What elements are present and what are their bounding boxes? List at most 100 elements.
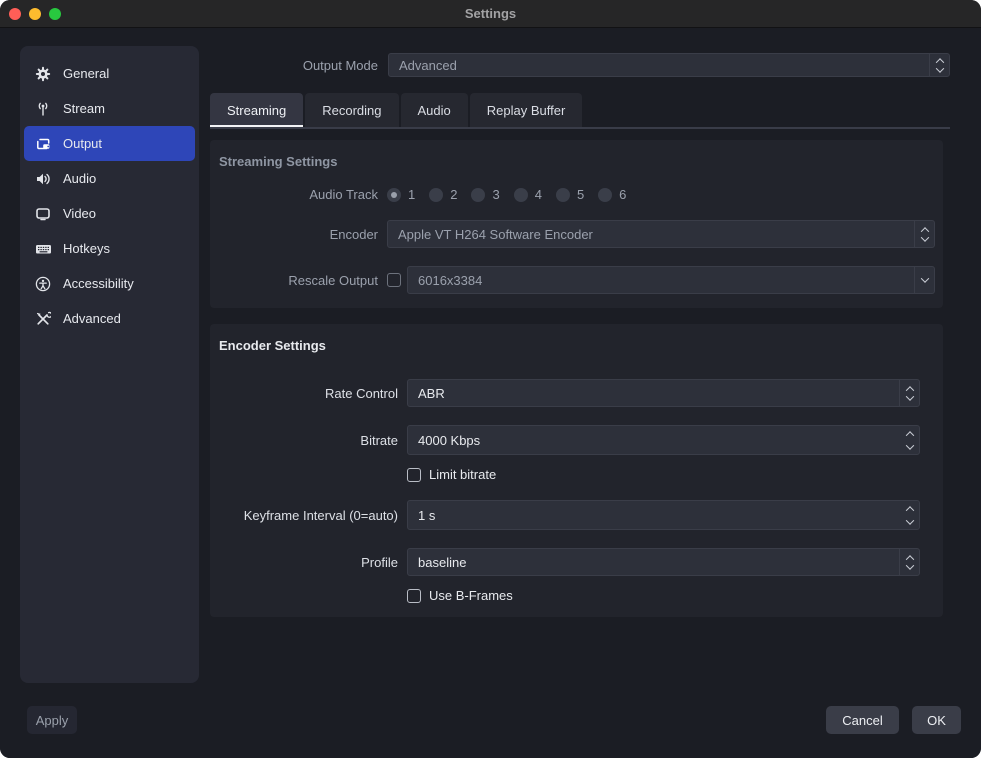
- antenna-icon: [34, 101, 52, 117]
- settings-sidebar: General Stream: [20, 46, 199, 683]
- sidebar-item-audio[interactable]: Audio: [24, 161, 195, 196]
- ok-button-label: OK: [927, 713, 946, 728]
- chevron-updown-icon: [914, 221, 934, 247]
- profile-row: Profile baseline: [210, 548, 943, 576]
- output-mode-row: Output Mode Advanced: [210, 53, 950, 77]
- rescale-output-row: Rescale Output 6016x3384: [210, 266, 943, 294]
- cancel-button-label: Cancel: [842, 713, 882, 728]
- profile-select[interactable]: baseline: [407, 548, 920, 576]
- settings-body: General Stream: [0, 28, 981, 758]
- apply-button[interactable]: Apply: [27, 706, 77, 734]
- output-mode-select[interactable]: Advanced: [388, 53, 950, 77]
- radio-label: 1: [408, 187, 415, 202]
- keyframe-interval-label: Keyframe Interval (0=auto): [210, 508, 398, 523]
- audio-track-label: Audio Track: [210, 187, 378, 202]
- profile-label: Profile: [210, 555, 398, 570]
- radio-label: 4: [535, 187, 542, 202]
- tab-replay-buffer[interactable]: Replay Buffer: [470, 93, 583, 127]
- audio-track-radio-1[interactable]: 1: [387, 187, 415, 202]
- encoder-row: Encoder Apple VT H264 Software Encoder: [210, 220, 943, 248]
- audio-track-radio-6[interactable]: 6: [598, 187, 626, 202]
- sidebar-item-advanced[interactable]: Advanced: [24, 301, 195, 336]
- audio-track-row: Audio Track 1 2 3 4 5 6: [210, 187, 943, 202]
- radio-label: 3: [492, 187, 499, 202]
- sidebar-item-label: Advanced: [63, 311, 121, 326]
- chevron-updown-icon: [899, 549, 919, 575]
- limit-bitrate-checkbox[interactable]: Limit bitrate: [407, 467, 943, 482]
- settings-window: Settings Gen: [0, 0, 981, 758]
- rate-control-select[interactable]: ABR: [407, 379, 920, 407]
- titlebar: Settings: [0, 0, 981, 28]
- radio-label: 5: [577, 187, 584, 202]
- audio-track-radio-5[interactable]: 5: [556, 187, 584, 202]
- sidebar-item-output[interactable]: Output: [24, 126, 195, 161]
- audio-track-radio-2[interactable]: 2: [429, 187, 457, 202]
- ok-button[interactable]: OK: [912, 706, 961, 734]
- tab-audio[interactable]: Audio: [401, 93, 468, 127]
- profile-value: baseline: [408, 555, 899, 570]
- rate-control-value: ABR: [408, 386, 899, 401]
- encoder-select[interactable]: Apple VT H264 Software Encoder: [387, 220, 935, 248]
- chevron-updown-icon: [899, 380, 919, 406]
- chevron-down-icon: [914, 267, 934, 293]
- sidebar-item-accessibility[interactable]: Accessibility: [24, 266, 195, 301]
- sidebar-item-label: Stream: [63, 101, 105, 116]
- sidebar-item-label: Accessibility: [63, 276, 134, 291]
- rate-control-label: Rate Control: [210, 386, 398, 401]
- audio-track-radio-3[interactable]: 3: [471, 187, 499, 202]
- rescale-output-label: Rescale Output: [210, 273, 378, 288]
- spinner-arrows-icon[interactable]: [900, 501, 919, 529]
- rescale-resolution-combobox[interactable]: 6016x3384: [407, 266, 935, 294]
- rescale-resolution-value: 6016x3384: [408, 273, 914, 288]
- sidebar-item-general[interactable]: General: [24, 56, 195, 91]
- sidebar-item-hotkeys[interactable]: Hotkeys: [24, 231, 195, 266]
- tools-icon: [34, 311, 52, 327]
- radio-label: 2: [450, 187, 457, 202]
- keyboard-icon: [34, 241, 52, 257]
- tab-label: Audio: [418, 103, 451, 118]
- keyframe-interval-spinbox[interactable]: 1 s: [407, 500, 920, 530]
- output-mode-label: Output Mode: [210, 58, 378, 73]
- tab-label: Streaming: [227, 103, 286, 118]
- limit-bitrate-row: Limit bitrate: [210, 467, 943, 482]
- rescale-output-checkbox[interactable]: [387, 273, 401, 287]
- radio-label: 6: [619, 187, 626, 202]
- use-bframes-row: Use B-Frames: [210, 588, 943, 603]
- tab-streaming[interactable]: Streaming: [210, 93, 303, 127]
- tab-recording[interactable]: Recording: [305, 93, 398, 127]
- tab-label: Recording: [322, 103, 381, 118]
- chevron-updown-icon: [929, 54, 949, 76]
- bitrate-label: Bitrate: [210, 433, 398, 448]
- sidebar-item-video[interactable]: Video: [24, 196, 195, 231]
- sidebar-item-label: Audio: [63, 171, 96, 186]
- keyframe-interval-value: 1 s: [408, 508, 900, 523]
- encoder-label: Encoder: [210, 227, 378, 242]
- output-settings-pane: Output Mode Advanced Streaming Recording…: [210, 28, 950, 617]
- streaming-settings-title: Streaming Settings: [210, 148, 943, 169]
- use-bframes-checkbox[interactable]: Use B-Frames: [407, 588, 943, 603]
- limit-bitrate-label: Limit bitrate: [429, 467, 496, 482]
- sidebar-item-stream[interactable]: Stream: [24, 91, 195, 126]
- encoder-settings-title: Encoder Settings: [210, 332, 943, 353]
- bitrate-row: Bitrate 4000 Kbps: [210, 425, 943, 455]
- streaming-settings-panel: Streaming Settings Audio Track 1 2 3 4 5…: [210, 140, 943, 308]
- audio-track-radio-4[interactable]: 4: [514, 187, 542, 202]
- window-title: Settings: [0, 6, 981, 21]
- bitrate-spinbox[interactable]: 4000 Kbps: [407, 425, 920, 455]
- sidebar-item-label: Hotkeys: [63, 241, 110, 256]
- tabbar-divider: [210, 127, 950, 129]
- audio-track-radios: 1 2 3 4 5 6: [387, 187, 626, 202]
- cancel-button[interactable]: Cancel: [826, 706, 899, 734]
- accessibility-icon: [34, 276, 52, 292]
- encoder-settings-panel: Encoder Settings Rate Control ABR Bitrat…: [210, 324, 943, 617]
- apply-button-label: Apply: [36, 713, 69, 728]
- keyframe-interval-row: Keyframe Interval (0=auto) 1 s: [210, 500, 943, 530]
- monitor-icon: [34, 206, 52, 222]
- rate-control-row: Rate Control ABR: [210, 379, 943, 407]
- sidebar-item-label: General: [63, 66, 109, 81]
- gear-icon: [34, 66, 52, 82]
- output-icon: [34, 136, 52, 152]
- spinner-arrows-icon[interactable]: [900, 426, 919, 454]
- tab-label: Replay Buffer: [487, 103, 566, 118]
- bitrate-value: 4000 Kbps: [408, 433, 900, 448]
